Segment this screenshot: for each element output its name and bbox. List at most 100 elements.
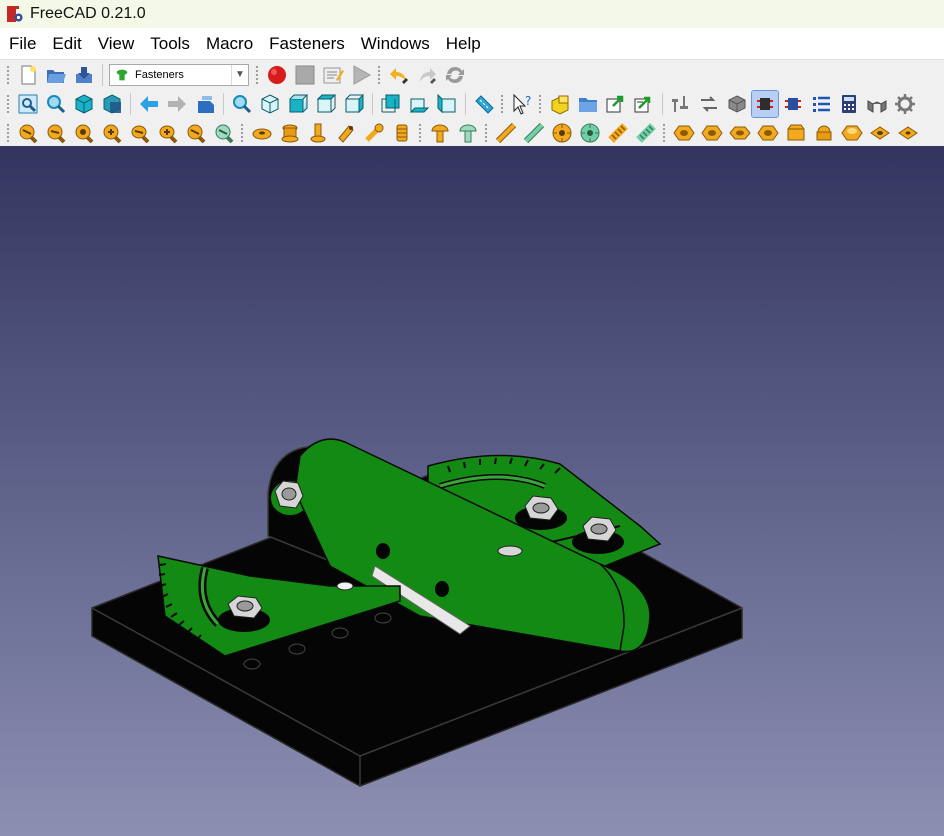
rod-icon-1[interactable] bbox=[493, 120, 519, 146]
right-view-icon[interactable] bbox=[341, 91, 367, 117]
rod-icon-2[interactable] bbox=[521, 120, 547, 146]
cap-nut-icon[interactable] bbox=[811, 120, 837, 146]
new-document-icon[interactable] bbox=[15, 62, 41, 88]
undo-icon[interactable] bbox=[386, 62, 412, 88]
threaded-insert-icon[interactable] bbox=[389, 120, 415, 146]
create-part-icon[interactable] bbox=[547, 91, 573, 117]
top-view-icon[interactable] bbox=[313, 91, 339, 117]
screw-icon-4[interactable] bbox=[99, 120, 125, 146]
screw-icon-7[interactable] bbox=[183, 120, 209, 146]
back-view-icon[interactable] bbox=[136, 91, 162, 117]
flip-icon[interactable] bbox=[696, 91, 722, 117]
toolbar-grip[interactable] bbox=[662, 122, 666, 143]
link-icon[interactable] bbox=[603, 91, 629, 117]
pem-nut-icon[interactable] bbox=[549, 120, 575, 146]
edit-macro-icon[interactable] bbox=[320, 62, 346, 88]
toggle-icon[interactable] bbox=[780, 91, 806, 117]
record-macro-icon[interactable] bbox=[264, 62, 290, 88]
title-bar: FreeCAD 0.21.0 bbox=[0, 0, 944, 28]
hex-nut-icon-2[interactable] bbox=[699, 120, 725, 146]
menu-windows[interactable]: Windows bbox=[353, 28, 438, 59]
hex-nut-icon-6[interactable] bbox=[839, 120, 865, 146]
toolbar-grip[interactable] bbox=[6, 64, 10, 85]
3d-viewport[interactable] bbox=[0, 146, 944, 836]
run-macro-icon[interactable] bbox=[348, 62, 374, 88]
thread-icon[interactable] bbox=[864, 91, 890, 117]
screw-icon-1[interactable] bbox=[15, 120, 41, 146]
pin-icon[interactable] bbox=[305, 120, 331, 146]
simplify-icon[interactable] bbox=[724, 91, 750, 117]
chevron-down-icon[interactable]: ▼ bbox=[231, 64, 248, 85]
screw-icon-2[interactable] bbox=[43, 120, 69, 146]
create-group-icon[interactable] bbox=[575, 91, 601, 117]
parts-list-icon[interactable] bbox=[808, 91, 834, 117]
hex-nut-icon-3[interactable] bbox=[727, 120, 753, 146]
redo-icon[interactable] bbox=[414, 62, 440, 88]
fastener-tools-icon[interactable] bbox=[668, 91, 694, 117]
toolbar-grip[interactable] bbox=[418, 122, 422, 143]
hex-nut-icon-1[interactable] bbox=[671, 120, 697, 146]
thread-rod-icon-2[interactable] bbox=[633, 120, 659, 146]
thread-rod-icon-1[interactable] bbox=[605, 120, 631, 146]
screw-icon-6[interactable] bbox=[155, 120, 181, 146]
calculator-icon[interactable] bbox=[836, 91, 862, 117]
menu-help[interactable]: Help bbox=[438, 28, 489, 59]
menu-edit[interactable]: Edit bbox=[44, 28, 89, 59]
menu-file[interactable]: File bbox=[1, 28, 44, 59]
screw-icon-8[interactable] bbox=[211, 120, 237, 146]
refresh-icon[interactable] bbox=[442, 62, 468, 88]
screw-icon-5[interactable] bbox=[127, 120, 153, 146]
workbench-selector[interactable]: Fasteners ▼ bbox=[109, 63, 249, 86]
whats-this-icon[interactable]: ? bbox=[509, 91, 535, 117]
rivet-icon-1[interactable] bbox=[427, 120, 453, 146]
toolbar-grip[interactable] bbox=[500, 93, 504, 114]
front-view-icon[interactable] bbox=[285, 91, 311, 117]
stop-macro-icon[interactable] bbox=[292, 62, 318, 88]
menu-bar: File Edit View Tools Macro Fasteners Win… bbox=[0, 28, 944, 59]
toolbar-grip[interactable] bbox=[255, 64, 259, 85]
window-title: FreeCAD 0.21.0 bbox=[30, 5, 146, 22]
nut-insert-icon[interactable] bbox=[277, 120, 303, 146]
link-group-icon[interactable] bbox=[631, 91, 657, 117]
toolbar-grip[interactable] bbox=[6, 93, 10, 114]
washer-icon-1[interactable] bbox=[249, 120, 275, 146]
rear-view-icon[interactable] bbox=[378, 91, 404, 117]
match-type-icon[interactable] bbox=[751, 89, 779, 118]
pem-stud-icon[interactable] bbox=[577, 120, 603, 146]
axonometric-icon[interactable] bbox=[257, 91, 283, 117]
standoff-icon[interactable] bbox=[333, 120, 359, 146]
rivet-icon-2[interactable] bbox=[455, 120, 481, 146]
toolbar-grip[interactable] bbox=[538, 93, 542, 114]
zoom-icon[interactable] bbox=[229, 91, 255, 117]
gear-icon[interactable] bbox=[892, 91, 918, 117]
bottom-view-icon[interactable] bbox=[406, 91, 432, 117]
menu-fasteners[interactable]: Fasteners bbox=[261, 28, 353, 59]
menu-tools[interactable]: Tools bbox=[142, 28, 198, 59]
dowel-icon[interactable] bbox=[361, 120, 387, 146]
draw-style-icon[interactable] bbox=[99, 91, 125, 117]
fit-selection-icon[interactable] bbox=[43, 91, 69, 117]
hex-nut-icon-4[interactable] bbox=[755, 120, 781, 146]
square-washer-icon[interactable] bbox=[895, 120, 921, 146]
measure-distance-icon[interactable] bbox=[471, 91, 497, 117]
forward-view-icon[interactable] bbox=[164, 91, 190, 117]
toolbar-grip[interactable] bbox=[484, 122, 488, 143]
toolbar-separator bbox=[372, 92, 373, 115]
menu-view[interactable]: View bbox=[90, 28, 143, 59]
screw-icon-3[interactable] bbox=[71, 120, 97, 146]
left-view-icon[interactable] bbox=[434, 91, 460, 117]
save-document-icon[interactable] bbox=[71, 62, 97, 88]
cad-model[interactable] bbox=[0, 146, 944, 836]
isometric-view-icon[interactable] bbox=[71, 91, 97, 117]
hex-nut-icon-5[interactable] bbox=[783, 120, 809, 146]
toolbar-grip[interactable] bbox=[377, 64, 381, 85]
fit-all-icon[interactable] bbox=[15, 91, 41, 117]
toolbar-grip[interactable] bbox=[240, 122, 244, 143]
sync-view-icon[interactable] bbox=[192, 91, 218, 117]
open-document-icon[interactable] bbox=[43, 62, 69, 88]
toolbar-grip[interactable] bbox=[6, 122, 10, 143]
hex-nut-pivot[interactable] bbox=[274, 480, 304, 509]
menu-macro[interactable]: Macro bbox=[198, 28, 261, 59]
washer-small[interactable] bbox=[497, 545, 523, 557]
square-nut-icon[interactable] bbox=[867, 120, 893, 146]
